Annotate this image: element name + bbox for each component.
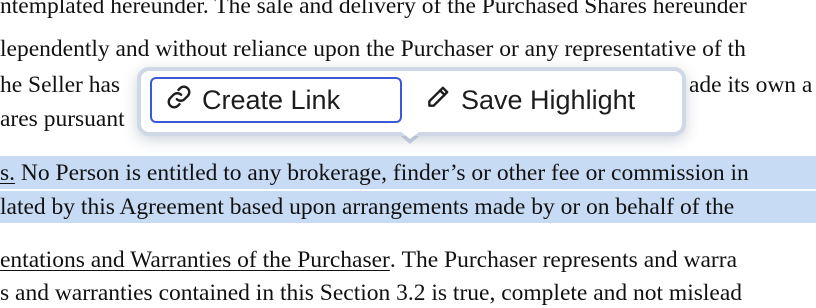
pencil-icon <box>425 84 451 117</box>
document-view: ntemplated hereunder. The sale and deliv… <box>0 0 816 306</box>
create-link-button[interactable]: Create Link <box>150 77 402 123</box>
link-icon <box>166 84 192 117</box>
highlighted-document-line: s. No Person is entitled to any brokerag… <box>0 160 749 186</box>
selection-popover: Create Link Save Highlight <box>137 67 686 136</box>
document-line: lependently and without reliance upon th… <box>0 36 746 62</box>
popover-arrow-fill <box>400 131 420 139</box>
create-link-label: Create Link <box>202 84 341 115</box>
document-line: s and warranties contained in this Secti… <box>0 280 743 306</box>
document-line: ntemplated hereunder. The sale and deliv… <box>0 0 747 19</box>
section-heading: entations and Warranties of the Purchase… <box>0 247 390 273</box>
highlighted-document-line: lated by this Agreement based upon arran… <box>0 194 735 220</box>
save-highlight-button[interactable]: Save Highlight <box>409 77 671 123</box>
save-highlight-label: Save Highlight <box>461 84 636 115</box>
section-heading-line: entations and Warranties of the Purchase… <box>0 247 737 273</box>
